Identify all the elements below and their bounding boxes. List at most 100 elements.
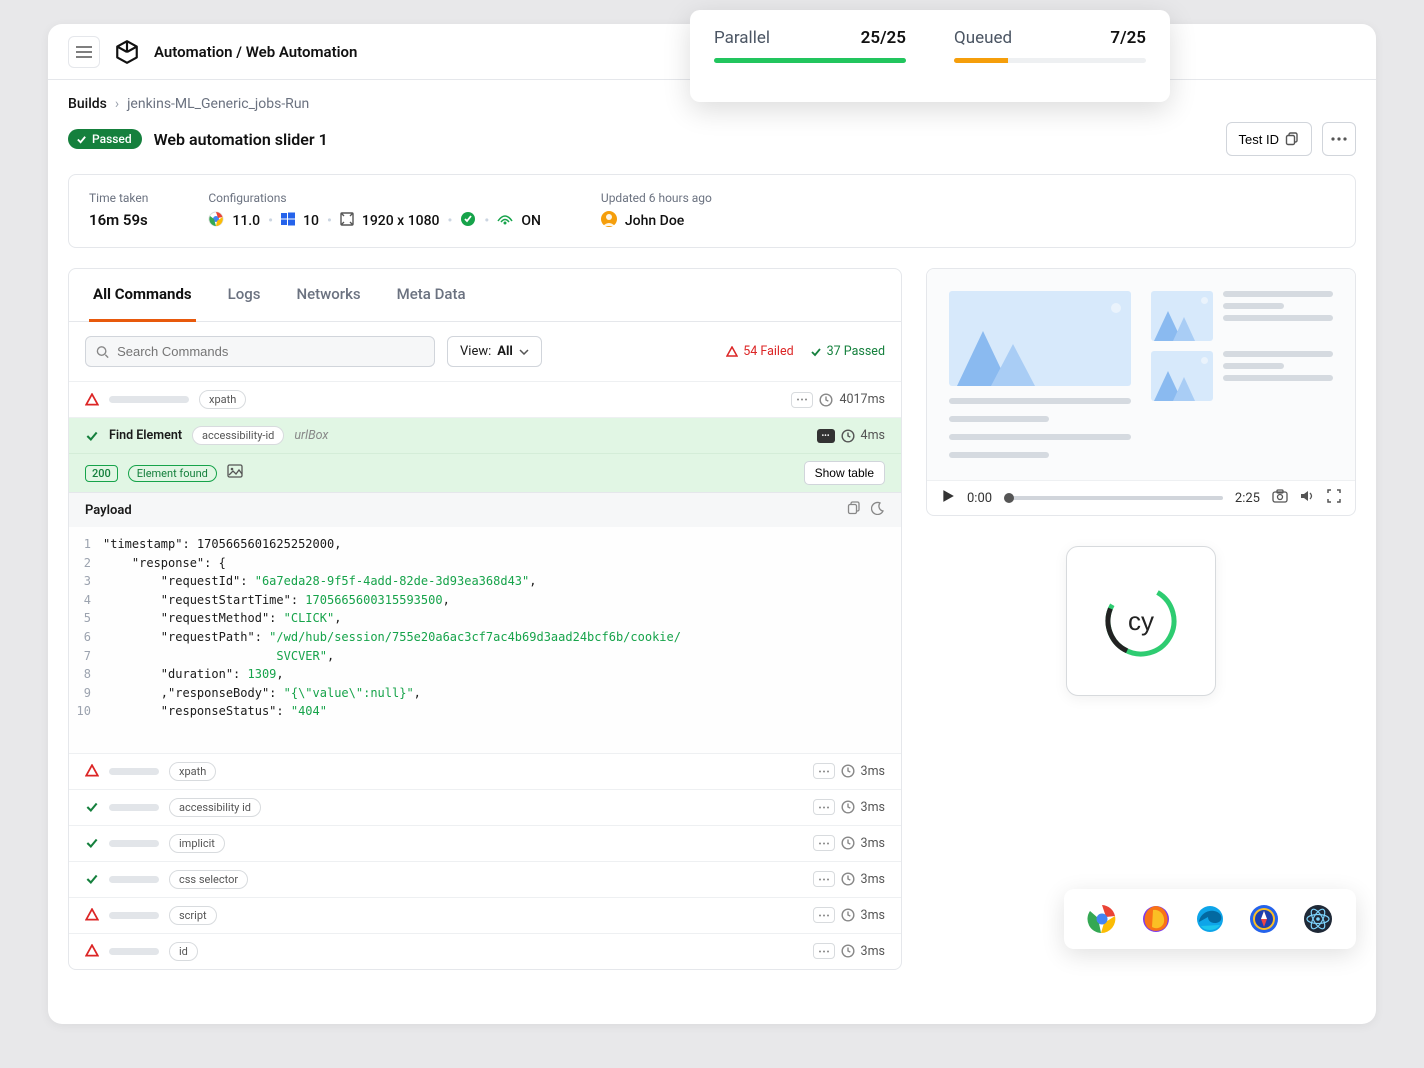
passed-count: 37 Passed (810, 344, 885, 359)
stats-card: Parallel 25/25 Queued 7/25 (690, 10, 1170, 102)
parallel-label: Parallel (714, 28, 770, 48)
locator-tag: accessibility-id (192, 426, 284, 445)
locator-value: urlBox (294, 428, 328, 443)
copy-icon[interactable] (847, 501, 861, 519)
row-more-button[interactable] (813, 799, 835, 815)
chrome-icon (1086, 903, 1118, 935)
breadcrumb-current: jenkins-ML_Generic_jobs-Run (127, 96, 309, 112)
command-sub-row: 200 Element found Show table (69, 453, 901, 492)
test-id-button[interactable]: Test ID (1226, 122, 1312, 156)
avatar-icon (601, 211, 617, 231)
play-icon[interactable] (941, 489, 955, 507)
view-dropdown[interactable]: View: All (447, 336, 542, 367)
tab-meta-data[interactable]: Meta Data (393, 269, 470, 322)
chrome-icon (208, 211, 224, 231)
edge-icon (1194, 903, 1226, 935)
queued-label: Queued (954, 28, 1012, 48)
clock-icon (841, 429, 855, 443)
time-taken-value: 16m 59s (89, 211, 148, 229)
network-status: ON (521, 213, 541, 229)
locator-tag: script (169, 906, 217, 925)
resolution-icon (340, 212, 354, 230)
safari-icon (1248, 903, 1280, 935)
keyboard-icon: ••• (817, 429, 835, 443)
queued-progress (954, 58, 1146, 63)
svg-text:cy: cy (1128, 606, 1154, 636)
clock-icon (841, 908, 855, 922)
command-row[interactable]: script 3ms (69, 897, 901, 933)
clock-icon (841, 800, 855, 814)
parallel-progress (714, 58, 906, 63)
command-name: Find Element (109, 428, 182, 443)
command-row[interactable]: accessibility id 3ms (69, 789, 901, 825)
command-row[interactable]: css selector 3ms (69, 861, 901, 897)
firefox-icon (1140, 903, 1172, 935)
locator-tag: accessibility id (169, 798, 261, 817)
row-more-button[interactable] (813, 763, 835, 779)
check-icon (85, 872, 99, 886)
queued-value: 7/25 (1110, 28, 1146, 48)
warning-icon (85, 764, 99, 778)
browser-strip (1064, 889, 1356, 949)
command-row[interactable]: xpath 4017ms (69, 381, 901, 417)
row-duration: 4017ms (839, 392, 885, 407)
search-icon (96, 345, 109, 359)
view-label: View: (460, 344, 491, 359)
tab-networks[interactable]: Networks (292, 269, 364, 322)
check-icon (85, 800, 99, 814)
warning-icon (85, 393, 99, 407)
cypress-icon: cy (1101, 581, 1181, 661)
video-current-time: 0:00 (967, 491, 992, 506)
search-field[interactable] (117, 344, 424, 359)
locator-tag: css selector (169, 870, 248, 889)
theme-toggle-icon[interactable] (871, 501, 885, 519)
command-row[interactable]: id 3ms (69, 933, 901, 969)
row-more-button[interactable] (791, 392, 813, 408)
row-more-button[interactable] (813, 871, 835, 887)
failed-count: 54 Failed (726, 344, 793, 359)
locator-tag: xpath (169, 762, 216, 781)
search-input[interactable] (85, 336, 435, 367)
app-logo-icon (114, 39, 140, 65)
volume-icon[interactable] (1300, 489, 1315, 507)
chevron-right-icon: › (115, 96, 119, 112)
locator-tag: xpath (199, 390, 246, 409)
test-id-label: Test ID (1239, 132, 1279, 147)
show-table-button[interactable]: Show table (804, 461, 885, 485)
cypress-card: cy (1066, 546, 1216, 696)
menu-toggle[interactable] (68, 36, 100, 68)
warning-icon (85, 944, 99, 958)
status-code: 200 (85, 465, 118, 482)
camera-icon[interactable] (1272, 489, 1288, 507)
clock-icon (841, 872, 855, 886)
row-more-button[interactable] (813, 907, 835, 923)
image-icon[interactable] (227, 464, 243, 482)
windows-icon (281, 212, 295, 230)
placeholder-image-icon (1151, 291, 1213, 341)
clock-icon (841, 944, 855, 958)
video-total-time: 2:25 (1235, 491, 1260, 506)
check-icon (85, 429, 99, 443)
user-name: John Doe (625, 213, 684, 229)
electron-icon (1302, 903, 1334, 935)
command-row-active[interactable]: Find Element accessibility-id urlBox •••… (69, 417, 901, 453)
breadcrumb-root[interactable]: Builds (68, 96, 107, 112)
more-options-button[interactable] (1322, 122, 1356, 156)
tab-logs[interactable]: Logs (224, 269, 265, 322)
tab-all-commands[interactable]: All Commands (89, 269, 196, 322)
command-row[interactable]: xpath 3ms (69, 753, 901, 789)
chevron-down-icon (519, 349, 529, 355)
warning-icon (85, 908, 99, 922)
clock-icon (841, 836, 855, 850)
fullscreen-icon[interactable] (1327, 489, 1341, 507)
placeholder-image-icon (1151, 351, 1213, 401)
row-more-button[interactable] (813, 943, 835, 959)
view-value: All (497, 344, 513, 359)
payload-code: 1"timestamp": 1705665601625252000, 2 "re… (69, 527, 901, 753)
command-row[interactable]: implicit 3ms (69, 825, 901, 861)
location-enabled-icon (460, 211, 476, 231)
resolution: 1920 x 1080 (362, 213, 440, 229)
row-more-button[interactable] (813, 835, 835, 851)
browser-version: 11.0 (232, 213, 260, 229)
video-seek-bar[interactable] (1004, 496, 1223, 500)
